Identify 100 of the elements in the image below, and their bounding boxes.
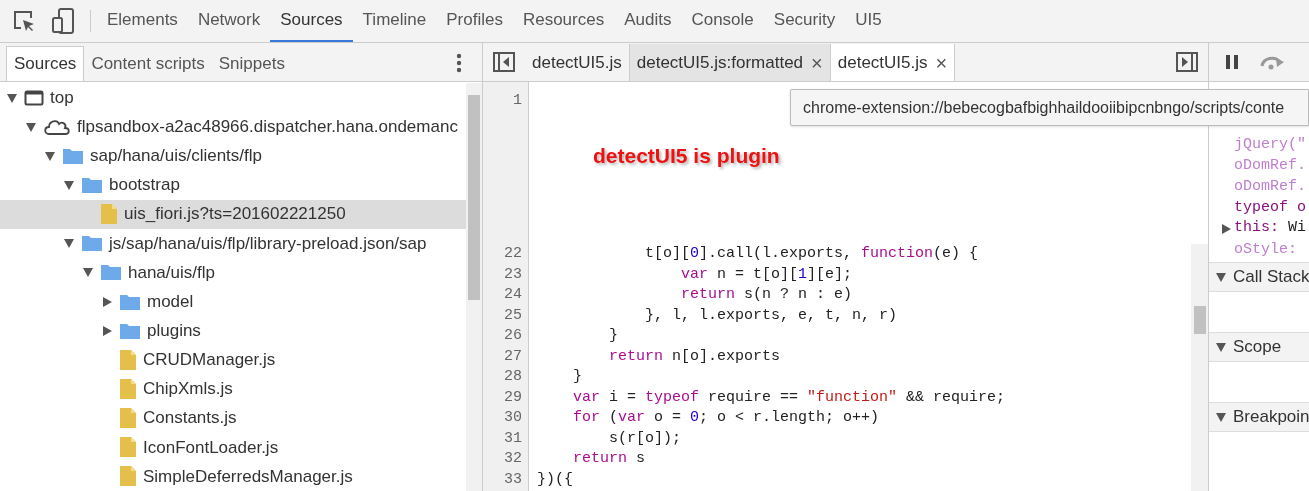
- expanded-triangle-icon[interactable]: [1215, 341, 1227, 353]
- folder-icon: [62, 146, 84, 165]
- line-number: 28: [504, 367, 522, 387]
- expanded-triangle-icon[interactable]: [63, 179, 75, 191]
- tree-item-label: hana/uis/flp: [128, 261, 215, 284]
- tooltip: chrome-extension://bebecogbafbighhaildooiibipcnbngo/scripts/conte: [790, 89, 1309, 126]
- tree-item[interactable]: hana/uis/flp: [0, 257, 466, 287]
- navigator-tab[interactable]: Snippets: [211, 46, 292, 81]
- tree-item[interactable]: bootstrap: [0, 170, 466, 200]
- expanded-triangle-icon[interactable]: [82, 266, 94, 279]
- line-number: 23: [504, 264, 522, 285]
- file-icon: [119, 436, 137, 459]
- code-line: }: [572, 367, 583, 387]
- tree-item-label: SimpleDeferredsManager.js: [143, 465, 353, 488]
- close-icon[interactable]: ×: [811, 52, 823, 73]
- watch-expression[interactable]: typeof o: [1234, 197, 1309, 218]
- collapsed-triangle-icon[interactable]: [101, 295, 113, 308]
- folder-icon: [81, 234, 103, 253]
- window-frame-icon: [24, 89, 44, 106]
- code-line: })({: [537, 469, 574, 490]
- scrollbar[interactable]: [1191, 244, 1208, 491]
- tree-item[interactable]: IconFontLoader.js: [0, 432, 466, 462]
- line-number: 31: [504, 428, 522, 449]
- tree-item-label: sap/hana/uis/clients/flp: [90, 145, 262, 168]
- editor-tab[interactable]: detectUI5.js:formatted ×: [628, 44, 830, 81]
- tree-item[interactable]: flpsandbox-a2ac48966.dispatcher.hana.ondemanc: [0, 112, 466, 142]
- tree-item[interactable]: model: [0, 287, 466, 317]
- section-header[interactable]: Scope: [1209, 332, 1309, 362]
- tree-item[interactable]: SimpleDeferredsManager.js: [0, 461, 466, 491]
- navigator-tab[interactable]: Sources: [6, 46, 85, 81]
- tree-item-label: top: [50, 86, 74, 109]
- expanded-triangle-icon[interactable]: [6, 91, 18, 104]
- code-line: return n[o].exports: [608, 346, 782, 367]
- section-header[interactable]: Call Stack: [1209, 262, 1309, 292]
- tree-item-label: CRUDManager.js: [143, 349, 276, 372]
- tree-item-label: Constants.js: [143, 407, 237, 430]
- tree-item-label: uis_fiori.js?ts=201602221250: [124, 203, 346, 226]
- tree-item[interactable]: sap/hana/uis/clients/flp: [0, 141, 466, 171]
- tree-item-label: IconFontLoader.js: [143, 436, 279, 459]
- folder-icon: [119, 321, 141, 340]
- tree-item-label: flpsandbox-a2ac48966.dispatcher.hana.ondemanc: [77, 115, 458, 138]
- code-line: return s(n ? n : e): [680, 285, 854, 305]
- panel-tab[interactable]: Console: [681, 0, 764, 42]
- tree-item[interactable]: ChipXmls.js: [0, 374, 466, 404]
- tree-item-label: js/sap/hana/uis/flp/library-preload.json/sap: [109, 232, 427, 255]
- tree-item[interactable]: plugins: [0, 316, 466, 346]
- code-line: }: [608, 326, 619, 346]
- folder-icon: [119, 292, 141, 311]
- sidebar-toggle-icon[interactable]: [493, 52, 515, 72]
- step-over-icon[interactable]: [1259, 54, 1285, 70]
- panel-tab[interactable]: Security: [763, 0, 846, 42]
- section-header[interactable]: Breakpoin: [1209, 402, 1309, 432]
- tree-item[interactable]: CRUDManager.js: [0, 345, 466, 375]
- file-icon: [100, 203, 118, 226]
- line-number: 30: [504, 408, 522, 428]
- tree-item-label: plugins: [147, 319, 201, 342]
- file-icon: [119, 348, 137, 371]
- expanded-triangle-icon[interactable]: [1215, 411, 1227, 423]
- file-icon: [119, 407, 137, 430]
- code-line: for (var o = 0; o < r.length; o++): [572, 408, 881, 428]
- panel-tab[interactable]: Timeline: [352, 0, 437, 42]
- panel-tab[interactable]: Profiles: [436, 0, 513, 42]
- tree-item[interactable]: Constants.js: [0, 403, 466, 433]
- navigator-tab[interactable]: Content scripts: [84, 46, 212, 81]
- expanded-triangle-icon[interactable]: [25, 120, 37, 133]
- inspect-element-icon[interactable]: [12, 9, 36, 33]
- tree-item[interactable]: js/sap/hana/uis/flp/library-preload.json/sap: [0, 228, 466, 258]
- device-mode-icon[interactable]: [52, 8, 76, 34]
- expanded-triangle-icon[interactable]: [1215, 271, 1227, 283]
- code-line: return s: [572, 449, 647, 469]
- line-number: 22: [504, 244, 522, 264]
- line-number: 24: [504, 285, 522, 305]
- collapsed-triangle-icon[interactable]: [1220, 222, 1232, 235]
- panel-tab[interactable]: Elements: [97, 0, 188, 42]
- line-number: 25: [504, 305, 522, 326]
- panel-tab[interactable]: Network: [187, 0, 271, 42]
- editor-tab[interactable]: detectUI5.js ×: [829, 44, 956, 81]
- code-line: var i = typeof require == "function" && require;: [572, 387, 1007, 408]
- annotation-text: detectUI5 is plugin: [593, 143, 780, 169]
- panel-tab[interactable]: Audits: [614, 0, 682, 42]
- tree-item-label: bootstrap: [109, 174, 180, 197]
- tree-item[interactable]: top: [0, 83, 466, 113]
- more-options-icon[interactable]: [456, 53, 462, 73]
- collapsed-triangle-icon[interactable]: [101, 324, 113, 337]
- scrollbar[interactable]: [466, 83, 482, 491]
- line-number: 26: [504, 326, 522, 346]
- panel-tab[interactable]: Resources: [512, 0, 615, 42]
- watch-expression[interactable]: this: Wi: [1234, 217, 1307, 240]
- pause-icon[interactable]: [1225, 54, 1239, 70]
- file-icon: [119, 377, 137, 400]
- code-line: t[o][0].call(l.exports, function(e) {: [644, 244, 980, 264]
- debugger-pane-toggle-icon[interactable]: [1176, 52, 1198, 72]
- expanded-triangle-icon[interactable]: [44, 149, 56, 162]
- code-line: s(r[o]);: [608, 428, 683, 449]
- folder-icon: [100, 263, 122, 282]
- expanded-triangle-icon[interactable]: [63, 237, 75, 250]
- panel-tab[interactable]: UI5: [845, 0, 892, 42]
- close-icon[interactable]: ×: [935, 52, 948, 73]
- editor-tab[interactable]: detectUI5.js: [525, 44, 629, 81]
- tree-item[interactable]: uis_fiori.js?ts=201602221250: [0, 199, 466, 229]
